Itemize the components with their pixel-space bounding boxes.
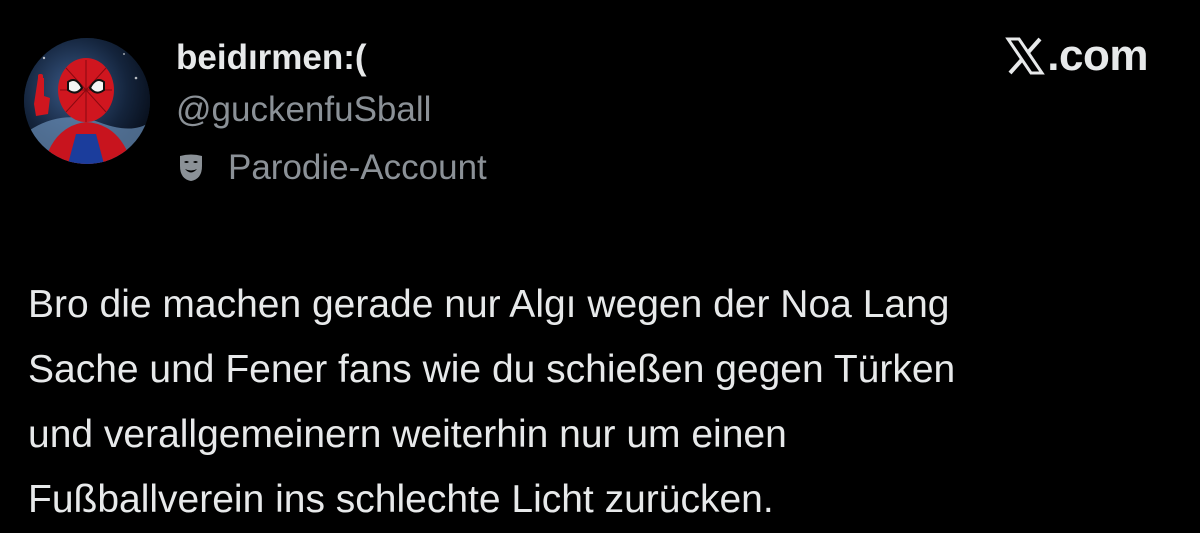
x-brand-watermark: .com [1005,30,1148,82]
tweet-text-line: Fußballverein ins schlechte Licht zurück… [28,478,774,521]
tweet-text-line: Bro die machen gerade nur Algı wegen der… [28,283,950,326]
tweet-card: beidırmen:( @guckenfuSball Parodie-Accou… [0,0,1200,533]
spiderman-avatar-icon[interactable] [24,38,150,164]
x-logo-icon [1005,36,1046,76]
user-handle[interactable]: @guckenfuSball [176,90,431,130]
brand-domain-text: .com [1047,31,1148,80]
tweet-text-line: und verallgemeinern weiterhin nur um ein… [28,413,787,456]
tweet-text: Bro die machen gerade nur Algı wegen der… [28,272,1178,532]
parody-account-badge: Parodie-Account [176,146,487,190]
display-name[interactable]: beidırmen:( [176,38,367,78]
tweet-text-line: Sache und Fener fans wie du schießen geg… [28,348,956,391]
parody-label: Parodie-Account [228,148,487,187]
theater-mask-icon [176,153,206,183]
